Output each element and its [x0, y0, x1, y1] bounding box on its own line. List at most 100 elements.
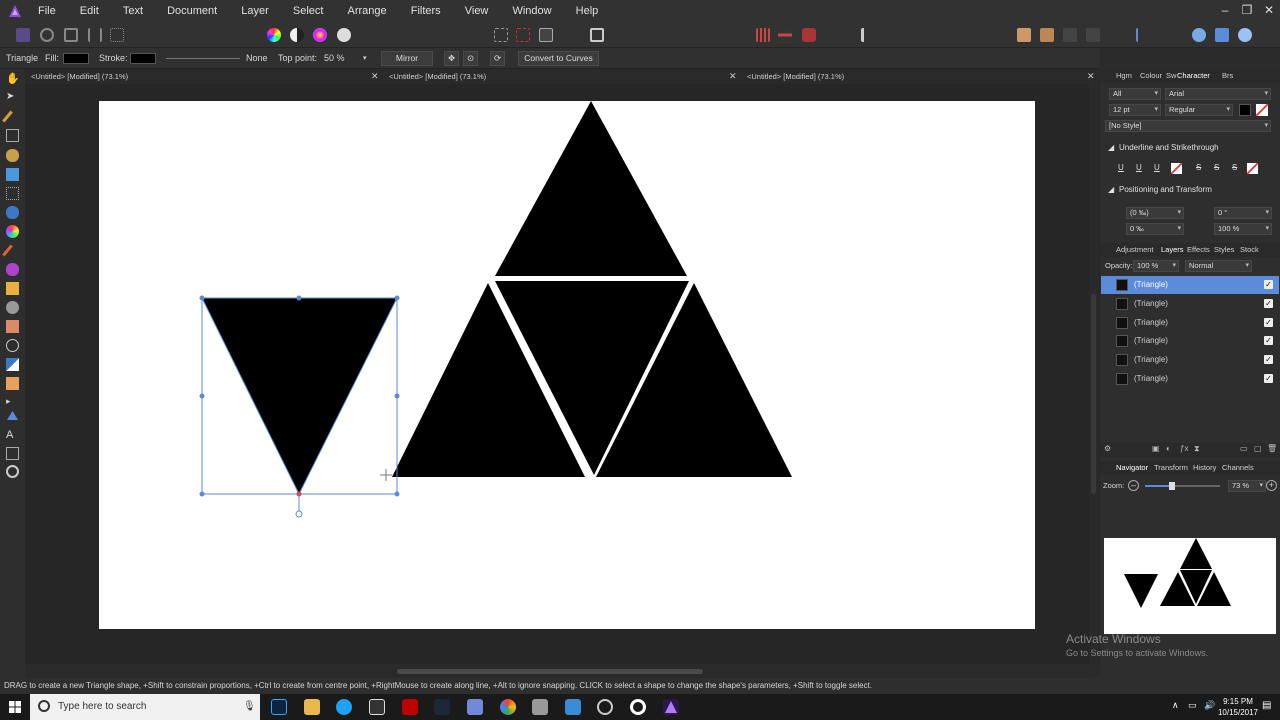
- underline-section-title[interactable]: Underline and Strikethrough: [1119, 143, 1219, 152]
- strikethrough-custom-icon[interactable]: S: [1232, 163, 1237, 172]
- tab-histogram[interactable]: Hgm: [1116, 69, 1132, 83]
- rotate-handle[interactable]: [295, 510, 303, 518]
- boolean-subtract-icon[interactable]: [1215, 28, 1229, 42]
- taskbar-clock[interactable]: 9:15 PM 10/15/2017: [1218, 696, 1258, 718]
- pin-icon[interactable]: [861, 28, 867, 42]
- collapse-arrow-icon[interactable]: ◢: [1108, 143, 1114, 152]
- pyramid-top-triangle[interactable]: [495, 101, 687, 276]
- media-taskbar-icon[interactable]: [630, 699, 646, 715]
- marquee-icon[interactable]: [494, 28, 508, 42]
- invert-selection-icon[interactable]: [539, 28, 553, 42]
- double-strikethrough-icon[interactable]: S: [1214, 163, 1219, 172]
- photoshop-taskbar-icon[interactable]: [271, 699, 287, 715]
- mask-layer-icon[interactable]: ▣: [1152, 444, 1160, 453]
- transform-origin-icon[interactable]: ⊙: [463, 51, 478, 66]
- frame-text-icon[interactable]: [6, 447, 19, 460]
- chevron-down-icon[interactable]: ▾: [363, 48, 367, 69]
- close-tab-1-icon[interactable]: ✕: [371, 69, 379, 84]
- selected-inverted-triangle[interactable]: [201, 297, 398, 496]
- close-window-icon[interactable]: ✕: [1258, 0, 1280, 20]
- tab-history[interactable]: History: [1193, 461, 1216, 475]
- font-size-select[interactable]: 12 pt: [1109, 104, 1161, 116]
- positioning-section-title[interactable]: Positioning and Transform: [1119, 185, 1212, 194]
- rotate-icon[interactable]: ⟳: [490, 51, 505, 66]
- fx-icon[interactable]: ƒx: [1180, 444, 1188, 453]
- snapping-grid-icon[interactable]: [756, 28, 770, 42]
- fill-swatch[interactable]: [63, 53, 89, 64]
- group-icon[interactable]: ⧗: [1194, 444, 1200, 454]
- app-taskbar-icon[interactable]: [532, 699, 548, 715]
- tracking-field[interactable]: (0 ‰): [1126, 207, 1184, 219]
- network-icon[interactable]: ▭: [1188, 700, 1197, 711]
- export-persona-icon[interactable]: [64, 28, 78, 42]
- taskbar-search[interactable]: Type here to search 🎙: [30, 694, 260, 720]
- navigator-preview[interactable]: [1104, 538, 1276, 634]
- menu-help[interactable]: Help: [576, 0, 599, 23]
- pixel-persona-icon[interactable]: [40, 28, 54, 42]
- menu-filters[interactable]: Filters: [411, 0, 441, 23]
- fill-tool-icon[interactable]: [6, 168, 19, 181]
- layer-row-4[interactable]: (Triangle) ✓: [1101, 332, 1279, 350]
- tab-character[interactable]: Character: [1177, 69, 1210, 83]
- layer-options-icon[interactable]: ⚙: [1104, 444, 1111, 453]
- steam-taskbar-icon[interactable]: [434, 699, 450, 715]
- top-point-value[interactable]: 50 %: [324, 48, 345, 69]
- font-collection-select[interactable]: All: [1109, 88, 1161, 100]
- layer-row-6[interactable]: (Triangle) ✓: [1101, 370, 1279, 388]
- tab-document-3[interactable]: <Untitled> [Modified] (73.1%): [747, 69, 844, 84]
- tab-colour[interactable]: Colour: [1140, 69, 1162, 83]
- mirror-button[interactable]: Mirror: [381, 51, 433, 66]
- volume-icon[interactable]: 🔊: [1204, 700, 1215, 711]
- double-underline-icon[interactable]: U: [1136, 163, 1142, 172]
- skew-field[interactable]: 0 °: [1214, 207, 1272, 219]
- notifications-icon[interactable]: ▤: [1262, 700, 1271, 711]
- horizontal-scrollbar[interactable]: [25, 666, 1089, 678]
- menu-window[interactable]: Window: [512, 0, 551, 23]
- layer-visibility-checkbox[interactable]: ✓: [1264, 374, 1273, 383]
- menu-document[interactable]: Document: [167, 0, 217, 23]
- zoom-in-icon[interactable]: +: [1266, 480, 1277, 491]
- close-tab-3-icon[interactable]: ✕: [1087, 69, 1095, 84]
- tray-chevron-icon[interactable]: ∧: [1172, 700, 1179, 711]
- brush-tool-icon[interactable]: [6, 149, 19, 162]
- font-family-select[interactable]: Arial: [1165, 88, 1271, 100]
- text-fill-swatch[interactable]: [1239, 104, 1251, 116]
- add-layer-icon[interactable]: ▢: [1254, 444, 1262, 453]
- move-back-icon[interactable]: [1017, 28, 1031, 42]
- menu-file[interactable]: File: [38, 0, 56, 23]
- layer-visibility-checkbox[interactable]: ✓: [1264, 318, 1273, 327]
- menu-select[interactable]: Select: [293, 0, 324, 23]
- tab-adjustment[interactable]: Adjustment: [1116, 243, 1154, 257]
- artboard[interactable]: [99, 101, 1035, 629]
- menu-layer[interactable]: Layer: [241, 0, 269, 23]
- close-tab-2-icon[interactable]: ✕: [729, 69, 737, 84]
- tab-layers[interactable]: Layers: [1161, 243, 1184, 257]
- discord-taskbar-icon[interactable]: [467, 699, 483, 715]
- triangle-tool-icon[interactable]: [6, 409, 19, 422]
- tab-brushes[interactable]: Brs: [1222, 69, 1233, 83]
- chrome-taskbar-icon[interactable]: [500, 699, 516, 715]
- minimize-icon[interactable]: –: [1214, 0, 1236, 20]
- snapping-guides-icon[interactable]: [778, 28, 792, 42]
- stroke-width-slider[interactable]: [166, 58, 240, 59]
- baseline-field[interactable]: 0 ‰: [1126, 223, 1184, 235]
- menu-arrange[interactable]: Arrange: [348, 0, 387, 23]
- obs-taskbar-icon[interactable]: [597, 699, 613, 715]
- share-icon[interactable]: [110, 28, 124, 42]
- tab-swatches[interactable]: Sw: [1166, 69, 1176, 83]
- boolean-intersect-icon[interactable]: [1238, 28, 1252, 42]
- mask-icon[interactable]: [590, 28, 604, 42]
- underline-custom-icon[interactable]: U: [1154, 163, 1160, 172]
- contrast-icon[interactable]: [290, 28, 304, 42]
- collapse-arrow-icon[interactable]: ◢: [1108, 185, 1114, 194]
- boolean-add-icon[interactable]: [1192, 28, 1206, 42]
- add-folder-icon[interactable]: ▭: [1240, 444, 1248, 453]
- file-explorer-taskbar-icon[interactable]: [304, 699, 320, 715]
- layer-visibility-checkbox[interactable]: ✓: [1264, 299, 1273, 308]
- corner-tool-icon[interactable]: [6, 339, 19, 352]
- crop-tool-icon[interactable]: [6, 129, 19, 142]
- tab-effects[interactable]: Effects: [1187, 243, 1210, 257]
- colour-wheel-icon[interactable]: [267, 28, 281, 42]
- tab-styles[interactable]: Styles: [1214, 243, 1234, 257]
- convert-to-curves-button[interactable]: Convert to Curves: [518, 51, 599, 66]
